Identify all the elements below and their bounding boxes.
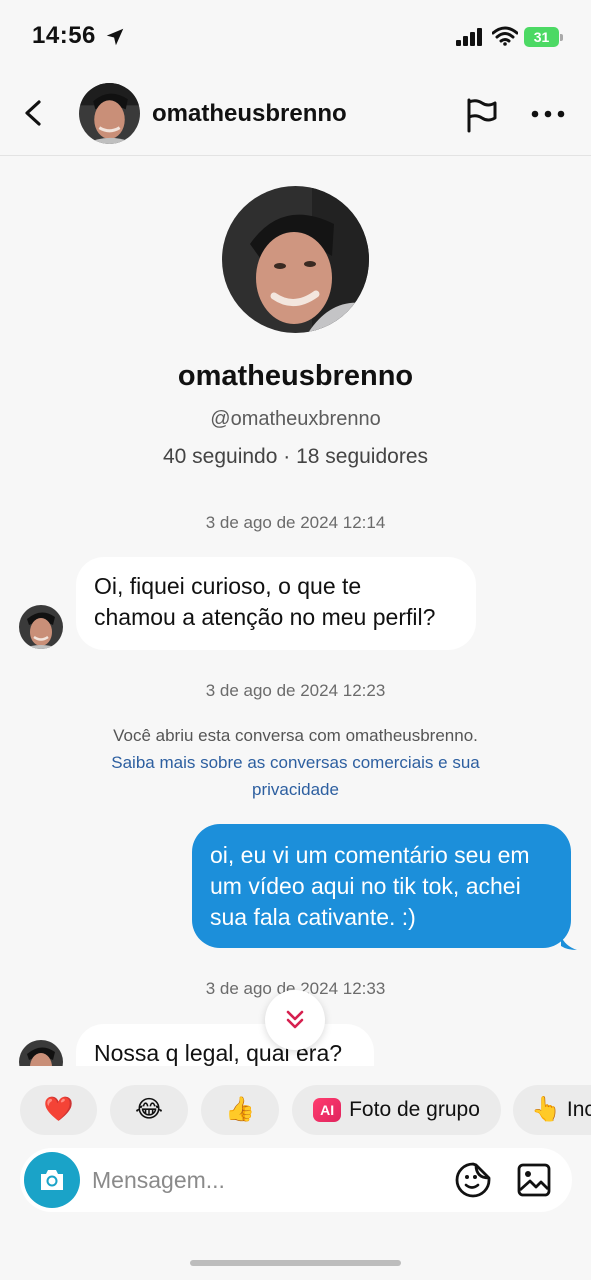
location-arrow-icon <box>106 28 124 46</box>
point-chip-label: Inc <box>566 1098 591 1121</box>
status-time: 14:56 <box>32 22 96 49</box>
profile-name: omatheusbrenno <box>177 360 414 392</box>
privacy-link[interactable]: Saiba mais sobre as conversas comerciais… <box>40 749 551 803</box>
system-note: Você abriu esta conversa com omatheusbre… <box>40 722 551 803</box>
back-chevron-icon[interactable] <box>18 96 52 130</box>
ai-group-photo-button[interactable]: AI Foto de grupo <box>292 1085 501 1135</box>
reaction-laugh-button[interactable]: 😂 <box>110 1085 188 1135</box>
battery-tip <box>560 34 563 41</box>
battery-icon: 31 <box>524 27 564 47</box>
flag-icon[interactable] <box>462 96 500 134</box>
profile-stats: 40 seguindo · 18 seguidores <box>162 445 429 468</box>
message-timestamp: 3 de ago de 2024 12:23 <box>205 681 386 700</box>
pointing-up-icon: 👆 <box>531 1096 561 1123</box>
status-bar: 14:56 31 <box>0 0 591 72</box>
message-line: chamou a atenção no meu perfil? <box>94 604 436 630</box>
system-note-text: Você abriu esta conversa com omatheusbre… <box>113 726 478 745</box>
camera-button[interactable] <box>24 1152 80 1208</box>
outgoing-message[interactable]: oi, eu vi um comentário seu em um vídeo … <box>192 824 571 948</box>
group-photo-label: Foto de grupo <box>349 1098 480 1121</box>
profile-avatar[interactable] <box>222 186 369 333</box>
chat-header: omatheusbrenno <box>0 72 591 156</box>
message-line: Oi, fiquei curioso, o que te <box>94 573 362 599</box>
home-indicator <box>190 1260 401 1266</box>
message-line: sua fala cativante. :) <box>210 904 416 930</box>
privacy-link-line: privacidade <box>252 780 339 799</box>
camera-icon <box>41 1170 63 1190</box>
message-composer <box>20 1148 572 1212</box>
message-line: Nossa q legal, qual era? <box>94 1040 343 1066</box>
point-up-chip-button[interactable]: 👆 Inc <box>513 1085 591 1135</box>
message-line: oi, eu vi um comentário seu em <box>210 842 530 868</box>
reaction-heart-button[interactable]: ❤️ <box>20 1085 97 1135</box>
double-chevron-down-icon <box>286 1010 304 1029</box>
signal-icon <box>456 28 482 46</box>
wifi-icon <box>492 26 518 46</box>
battery-percent: 31 <box>533 29 550 45</box>
header-avatar[interactable] <box>79 83 140 144</box>
ai-badge-icon: AI <box>313 1098 342 1122</box>
heart-icon: ❤️ <box>43 1096 74 1123</box>
bubble-tail <box>561 936 577 950</box>
sender-avatar[interactable] <box>19 605 63 649</box>
privacy-link-line: Saiba mais sobre as conversas comerciais… <box>111 753 480 772</box>
scroll-to-bottom-button[interactable] <box>265 990 325 1050</box>
quick-reactions: ❤️ 😂 👍 AI Foto de grupo 👆 Inc <box>0 1085 591 1135</box>
laughing-emoji-icon: 😂 <box>134 1096 164 1123</box>
thumbs-up-icon: 👍 <box>225 1096 255 1123</box>
message-timestamp: 3 de ago de 2024 12:14 <box>205 513 386 532</box>
incoming-message[interactable]: Oi, fiquei curioso, o que te chamou a at… <box>76 557 476 650</box>
gallery-icon[interactable] <box>516 1162 552 1198</box>
profile-handle: @omatheuxbrenno <box>210 408 381 430</box>
sticker-icon[interactable] <box>454 1161 492 1199</box>
message-line: um vídeo aqui no tik tok, achei <box>210 873 521 899</box>
message-input[interactable] <box>92 1164 432 1196</box>
reaction-thumbs-up-button[interactable]: 👍 <box>201 1085 279 1135</box>
more-dots-icon[interactable] <box>530 102 566 126</box>
header-username[interactable]: omatheusbrenno <box>152 100 347 128</box>
